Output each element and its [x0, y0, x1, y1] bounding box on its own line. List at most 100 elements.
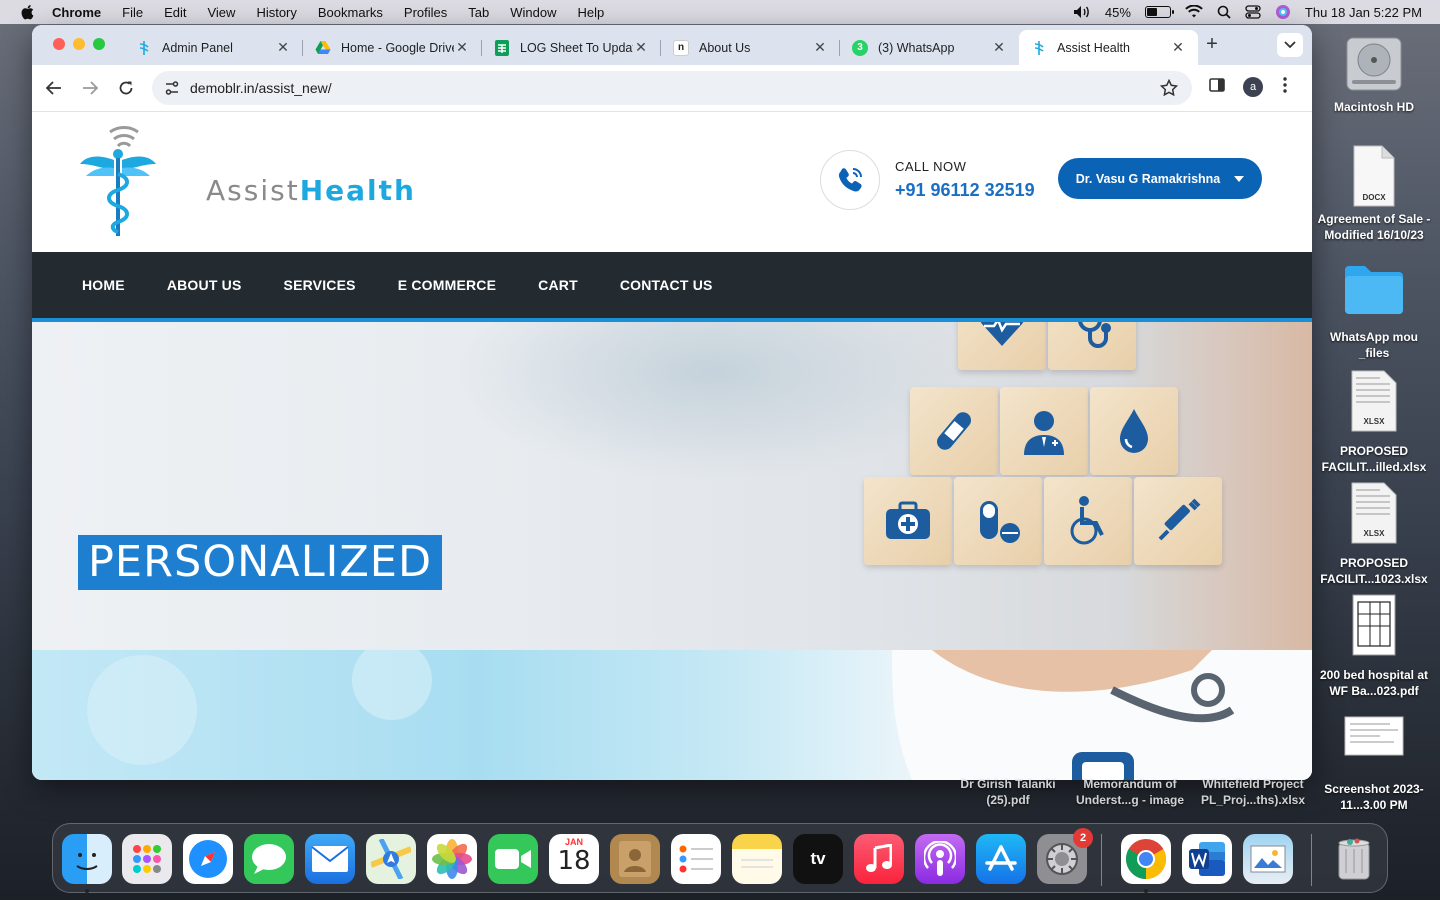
nav-about-us[interactable]: ABOUT US [167, 277, 242, 293]
desktop-item-label: Screenshot 2023-11...3.00 PM [1324, 782, 1424, 812]
nav-e-commerce[interactable]: E COMMERCE [398, 277, 496, 293]
logo-text-health: Health [299, 174, 416, 207]
maps-icon[interactable] [366, 834, 416, 884]
back-arrow-icon[interactable] [43, 77, 65, 99]
app-store-icon[interactable] [976, 834, 1026, 884]
tab-admin-panel[interactable]: Admin Panel ✕ [124, 30, 303, 65]
notes-icon[interactable] [732, 834, 782, 884]
tab-about-us[interactable]: n About Us ✕ [661, 30, 840, 65]
calendar-icon[interactable]: JAN 18 [549, 834, 599, 884]
desktop-proposed-xlsx-2[interactable]: XLSX PROPOSED FACILIT...1023.xlsx [1314, 482, 1434, 587]
menu-file[interactable]: File [122, 5, 143, 20]
tab-search-chevron-icon[interactable] [1277, 33, 1303, 57]
volume-icon[interactable] [1073, 5, 1091, 19]
nav-cart[interactable]: CART [538, 277, 578, 293]
macos-menubar: Chrome File Edit View History Bookmarks … [0, 0, 1440, 24]
contacts-icon[interactable] [610, 834, 660, 884]
user-account-dropdown-button[interactable]: Dr. Vasu G Ramakrishna [1058, 158, 1262, 199]
reminders-icon[interactable] [671, 834, 721, 884]
close-window-button[interactable] [53, 38, 65, 50]
safari-icon[interactable] [183, 834, 233, 884]
reload-icon[interactable] [115, 77, 137, 99]
launchpad-icon[interactable] [122, 834, 172, 884]
menu-app-name[interactable]: Chrome [52, 5, 101, 20]
nav-contact-us[interactable]: CONTACT US [620, 277, 713, 293]
preview-icon[interactable] [1243, 834, 1293, 884]
desktop-macintosh-hd[interactable]: Macintosh HD [1314, 32, 1434, 115]
desktop-girish-pdf-label[interactable]: Dr Girish Talanki (25).pdf [950, 776, 1066, 808]
apple-tv-icon[interactable]: tv [793, 834, 843, 884]
desktop-screenshot[interactable]: Screenshot 2023-11...3.00 PM [1314, 716, 1434, 813]
menu-profiles[interactable]: Profiles [404, 5, 447, 20]
heart-icon [958, 322, 1046, 370]
chrome-window: Admin Panel ✕ Home - Google Drive ✕ LOG … [32, 25, 1312, 780]
menubar-clock[interactable]: Thu 18 Jan 5:22 PM [1305, 5, 1422, 20]
spotlight-search-icon[interactable] [1217, 5, 1231, 19]
messages-icon[interactable] [244, 834, 294, 884]
folder-icon [1345, 266, 1403, 314]
tab-assist-health[interactable]: Assist Health ✕ [1019, 30, 1198, 65]
desktop-hospital-pdf[interactable]: 200 bed hospital at WF Ba...023.pdf [1314, 594, 1434, 699]
tab-close-icon[interactable]: ✕ [812, 39, 828, 56]
call-phone-number[interactable]: +91 96112 32519 [895, 180, 1035, 201]
menu-view[interactable]: View [207, 5, 235, 20]
battery-icon[interactable] [1144, 6, 1174, 18]
system-settings-icon[interactable]: 2 [1037, 828, 1093, 884]
tab-close-icon[interactable]: ✕ [991, 39, 1007, 56]
nav-home[interactable]: HOME [82, 277, 125, 293]
logo-wordmark: AssistHealth [206, 174, 416, 207]
nav-services[interactable]: SERVICES [284, 277, 356, 293]
music-icon[interactable] [854, 834, 904, 884]
desktop-memorandum-label[interactable]: Memorandum of Underst...g - image [1070, 776, 1190, 808]
desktop-whatsapp-folder[interactable]: WhatsApp mou _files [1314, 262, 1434, 361]
stethoscope-icon [1048, 322, 1136, 370]
bookmark-star-icon[interactable] [1160, 79, 1178, 97]
tab-close-icon[interactable]: ✕ [275, 39, 291, 56]
tab-title: About Us [699, 40, 751, 55]
apple-menu-icon[interactable] [20, 4, 34, 20]
kebab-menu-icon[interactable] [1282, 76, 1288, 99]
screenshot-thumbnail-icon [1344, 716, 1404, 756]
tab-log-sheet[interactable]: LOG Sheet To Update ✕ [482, 30, 661, 65]
siri-icon[interactable] [1275, 4, 1291, 20]
microsoft-word-icon[interactable] [1182, 834, 1232, 884]
desktop-whitefield-label[interactable]: Whitefield Project PL_Proj...ths).xlsx [1194, 776, 1312, 808]
mail-icon[interactable] [305, 834, 355, 884]
tab-close-icon[interactable]: ✕ [1170, 39, 1186, 56]
site-info-icon[interactable] [164, 80, 180, 96]
trash-icon[interactable] [1329, 834, 1379, 884]
google-chrome-icon[interactable] [1121, 834, 1171, 884]
tab-close-icon[interactable]: ✕ [633, 39, 649, 56]
new-tab-plus-icon[interactable]: + [1202, 34, 1222, 54]
tab-google-drive[interactable]: Home - Google Drive ✕ [303, 30, 482, 65]
tab-close-icon[interactable]: ✕ [454, 39, 470, 56]
podcasts-icon[interactable] [915, 834, 965, 884]
photos-icon[interactable] [427, 834, 477, 884]
menu-bookmarks[interactable]: Bookmarks [318, 5, 383, 20]
forward-arrow-icon[interactable] [79, 77, 101, 99]
finder-icon[interactable] [62, 834, 112, 884]
desktop-item-label: Agreement of Sale - Modified 16/10/23 [1317, 212, 1431, 242]
menu-help[interactable]: Help [578, 5, 605, 20]
menu-window[interactable]: Window [510, 5, 556, 20]
control-center-icon[interactable] [1245, 5, 1261, 19]
wifi-icon[interactable] [1185, 5, 1203, 19]
facetime-icon[interactable] [488, 834, 538, 884]
desktop-item-label: PROPOSED FACILIT...1023.xlsx [1320, 556, 1428, 586]
menu-edit[interactable]: Edit [164, 5, 186, 20]
side-panel-icon[interactable] [1208, 76, 1226, 99]
url-text[interactable]: demoblr.in/assist_new/ [190, 80, 332, 96]
tab-whatsapp[interactable]: 3 (3) WhatsApp ✕ [840, 30, 1019, 65]
phone-call-icon[interactable] [820, 150, 880, 210]
zoom-window-button[interactable] [93, 38, 105, 50]
assist-health-logo[interactable]: AssistHealth [78, 124, 414, 240]
hero-slider: PERSONALIZED [32, 322, 1312, 650]
profile-avatar[interactable]: a [1243, 77, 1263, 97]
desktop-proposed-xlsx-1[interactable]: XLSX PROPOSED FACILIT...illed.xlsx [1314, 370, 1434, 475]
minimize-window-button[interactable] [73, 38, 85, 50]
address-bar[interactable]: demoblr.in/assist_new/ [152, 71, 1192, 105]
doctor-hand-image [87, 650, 1312, 780]
menu-tab[interactable]: Tab [468, 5, 489, 20]
menu-history[interactable]: History [256, 5, 296, 20]
desktop-agreement-docx[interactable]: DOCX Agreement of Sale - Modified 16/10/… [1314, 144, 1434, 243]
